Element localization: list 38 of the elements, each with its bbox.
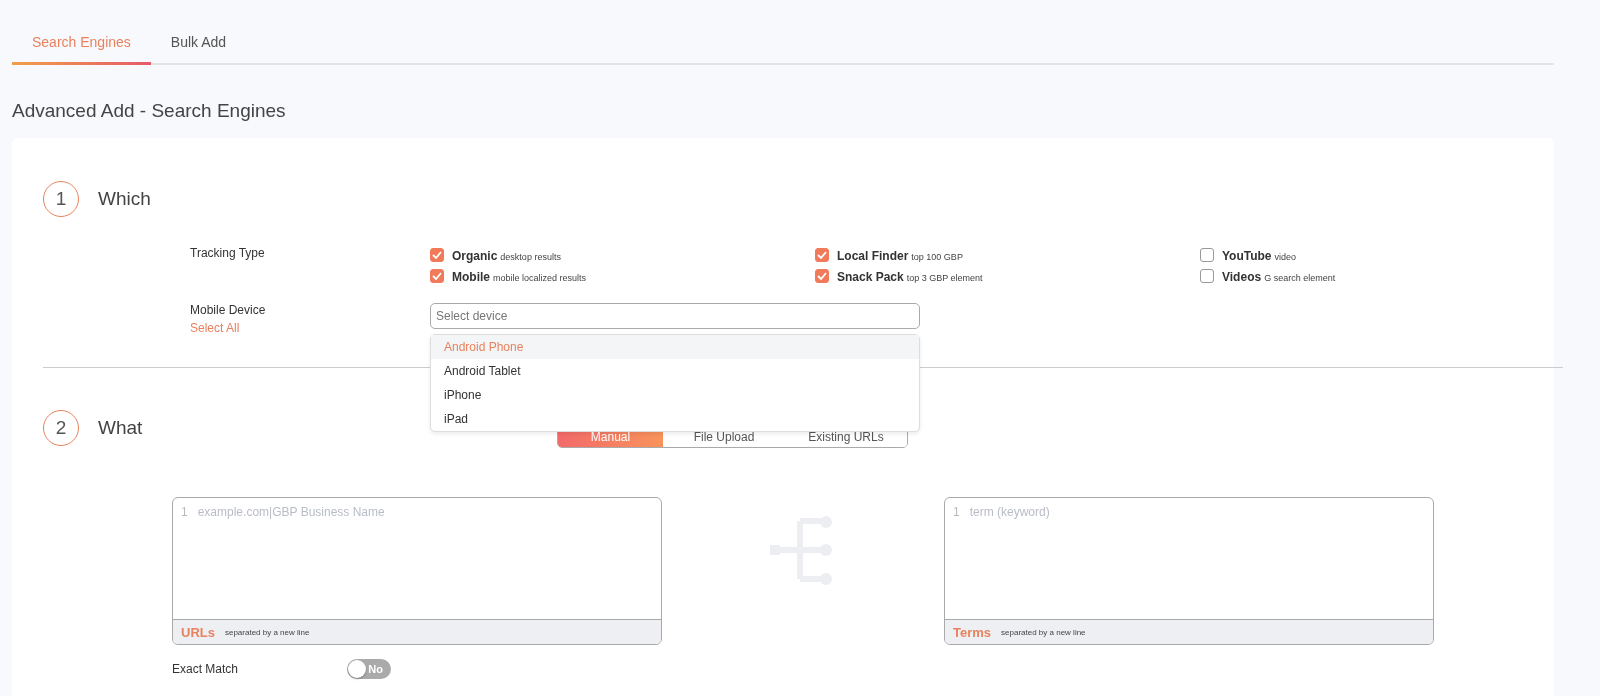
option-note: G search element: [1264, 273, 1336, 283]
line-number: 1: [181, 505, 188, 521]
checkbox[interactable]: [815, 248, 829, 262]
step-title: Which: [98, 188, 151, 210]
option-label: Organic: [452, 249, 498, 263]
checkbox[interactable]: [1200, 248, 1214, 262]
option-note: top 100 GBP: [911, 252, 963, 262]
page-title: Advanced Add - Search Engines: [12, 100, 287, 122]
option-label: YouTube: [1222, 249, 1272, 263]
panel-hint: separated by a new line: [1001, 627, 1086, 637]
dropdown-option[interactable]: iPhone: [431, 383, 919, 407]
checkbox[interactable]: [430, 248, 444, 262]
option-label: Videos: [1222, 270, 1262, 284]
option-label: Local Finder: [837, 249, 909, 263]
text-area-field[interactable]: 1 example.com|GBP Business Name URLs separated by a new line: [172, 497, 662, 645]
panel-hint: separated by a new line: [224, 627, 310, 637]
line-number: 1: [953, 505, 960, 521]
placeholder-text: term (keyword): [969, 505, 1050, 521]
step-title: What: [98, 417, 143, 439]
option-label: Snack Pack: [837, 270, 904, 284]
dropdown-option[interactable]: Android Tablet: [431, 359, 919, 383]
field-label: Exact Match: [172, 662, 240, 676]
option-note: mobile localized results: [493, 273, 587, 283]
option-note: video: [1274, 252, 1297, 262]
field-label: Tracking Type: [190, 246, 266, 262]
option-note: desktop results: [500, 252, 561, 262]
tab[interactable]: Bulk Add: [150, 30, 247, 65]
checkbox[interactable]: [430, 269, 444, 283]
option-label: Mobile: [452, 270, 490, 284]
checkbox[interactable]: [815, 269, 829, 283]
panel-title: URLs: [181, 624, 215, 640]
panel-title: Terms: [953, 624, 992, 640]
field-label: Mobile Device: [190, 303, 267, 317]
text-area-field[interactable]: 1 term (keyword) Terms separated by a new line: [944, 497, 1434, 645]
checkbox[interactable]: [1200, 269, 1214, 283]
option-note: top 3 GBP element: [906, 273, 983, 283]
device-select[interactable]: Select device: [430, 303, 920, 329]
placeholder-text: example.com|GBP Business Name: [197, 505, 385, 521]
